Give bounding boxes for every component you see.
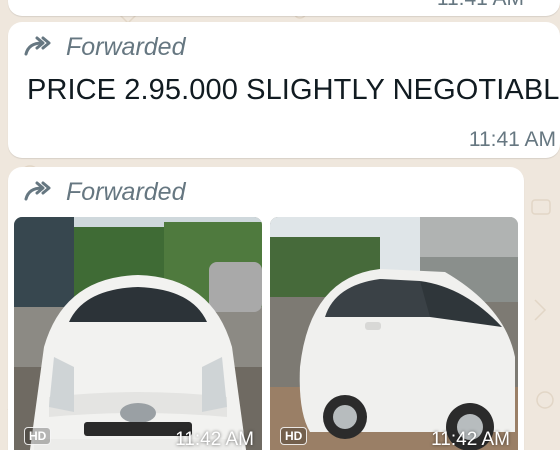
hd-badge: HD [280,427,308,445]
message-bubble-media[interactable]: Forwarded HD 11:42 AM HD 11:42 AM [8,167,524,450]
message-bubble-text[interactable]: Forwarded PRICE 2.95.000 SLIGHTLY NEGOTI… [8,22,560,158]
car-photo-side[interactable]: HD 11:42 AM [270,217,518,450]
forwarded-label: Forwarded [66,177,186,206]
message-timestamp: 11:41 AM [437,0,524,11]
car-photo-front[interactable]: HD 11:42 AM [14,217,262,450]
forward-arrow-icon [24,36,51,56]
message-bubble-previous[interactable]: 11:41 AM [8,0,560,16]
message-timestamp: 11:41 AM [468,128,556,151]
photo-timestamp: 11:42 AM [175,429,254,450]
hd-badge: HD [24,427,52,445]
message-text: PRICE 2.95.000 SLIGHTLY NEGOTIABLE [27,74,560,106]
photo-timestamp: 11:42 AM [431,429,510,450]
car-front-image [14,217,262,450]
car-side-image [270,217,518,450]
forwarded-label: Forwarded [66,32,186,61]
forwarded-indicator: Forwarded [24,175,186,209]
forward-arrow-icon [24,181,51,201]
forwarded-indicator: Forwarded [24,30,186,64]
